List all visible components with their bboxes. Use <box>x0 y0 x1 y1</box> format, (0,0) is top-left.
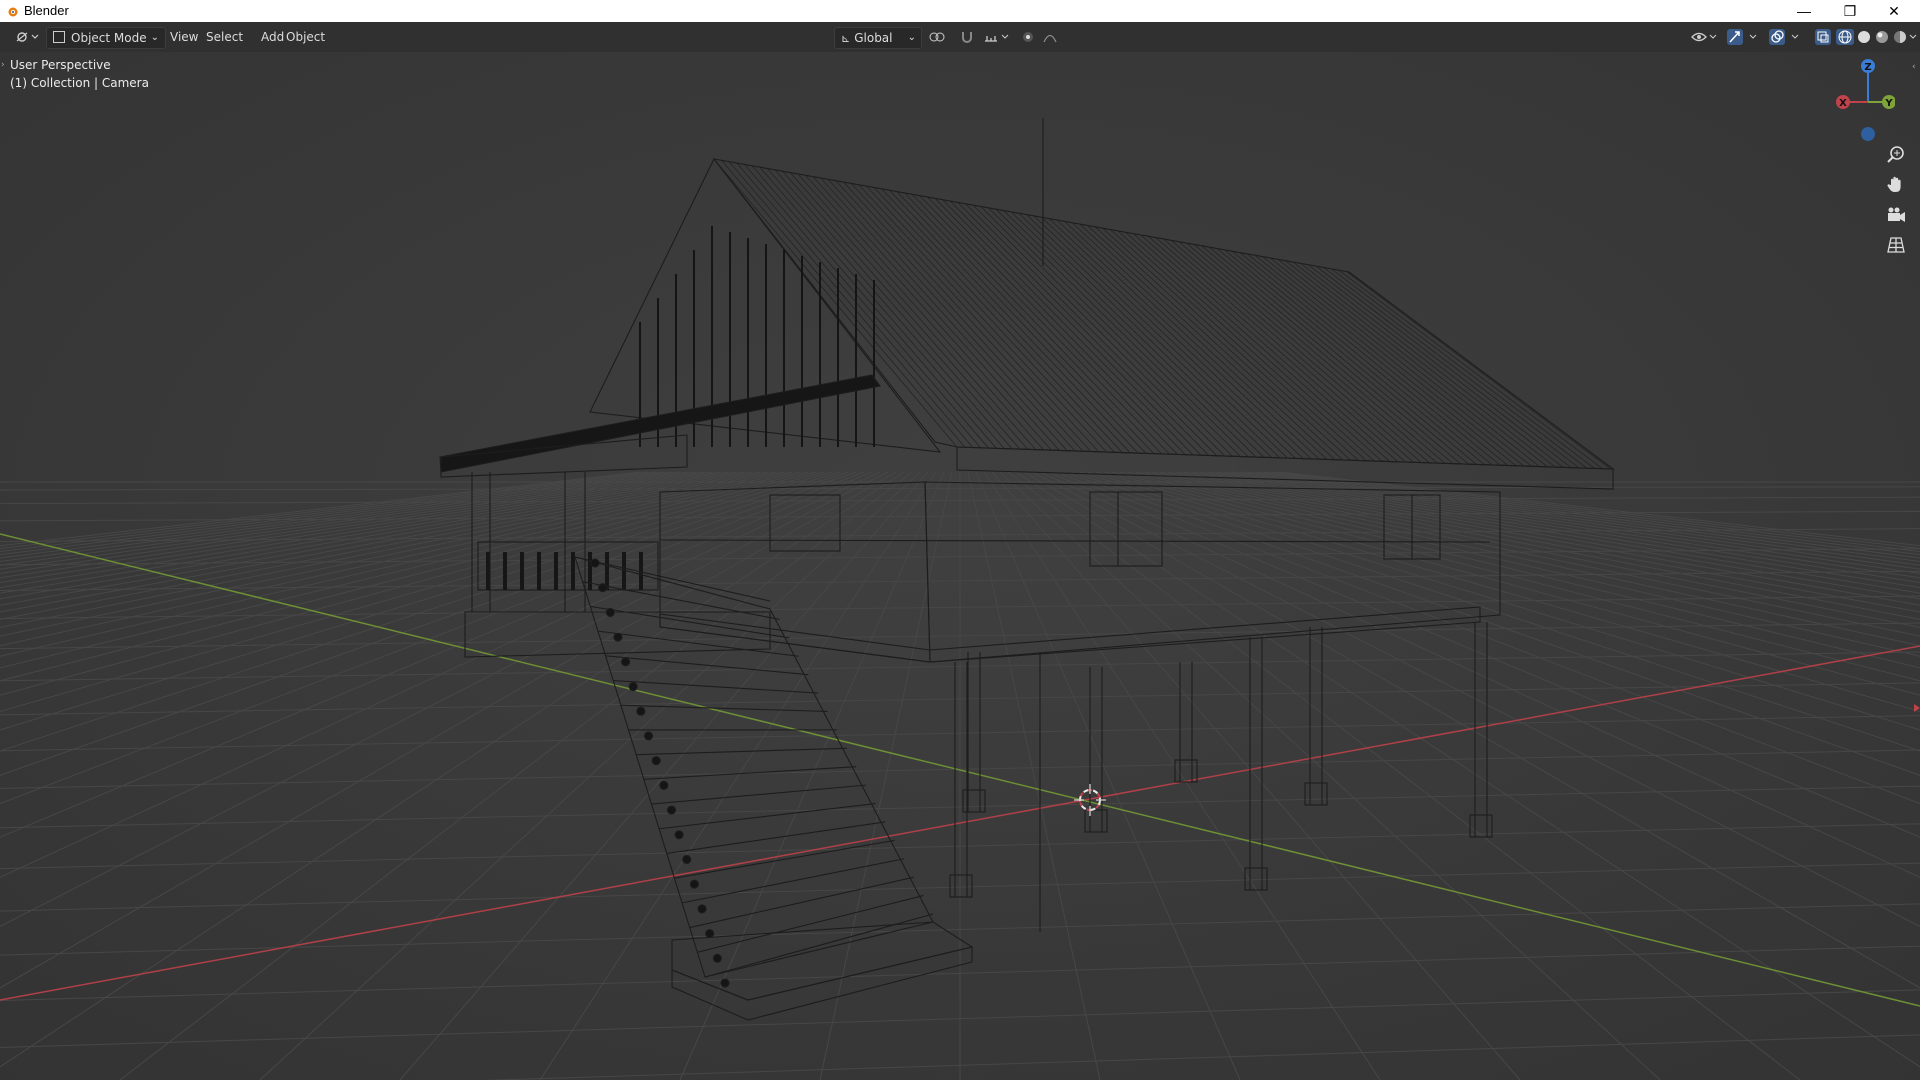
grid-perspective-icon <box>1887 237 1905 253</box>
window-title: Blender <box>24 3 69 18</box>
stair-rail-post <box>628 681 638 692</box>
mode-label: Object Mode <box>71 31 147 45</box>
stair-rail-post <box>689 879 699 889</box>
orientation-axes-icon: ⊾ <box>841 32 851 45</box>
gizmo-y-label: Y <box>1884 98 1893 109</box>
stair-rail-post <box>651 756 661 766</box>
menu-select[interactable]: Select <box>200 27 249 47</box>
snap-increment-icon <box>985 34 1009 42</box>
scene-canvas[interactable] <box>0 52 1920 1080</box>
stair-rail-post <box>613 632 623 642</box>
stair-rail-post <box>674 830 684 840</box>
sidebar-expand-icon[interactable]: ‹ <box>1912 62 1916 72</box>
zoom-icon <box>1887 146 1904 163</box>
maximize-button[interactable]: ❐ <box>1828 0 1872 22</box>
close-button[interactable]: ✕ <box>1872 0 1916 22</box>
eye-icon <box>1691 32 1717 42</box>
overlays-toggle[interactable] <box>1762 27 1810 47</box>
stair-rail-post <box>621 657 631 667</box>
viewport-header: Object Mode ⌄ View Select Add Object ⊾ Gl… <box>0 22 1920 52</box>
falloff-curve-icon <box>1043 34 1057 43</box>
gizmo-toggle[interactable] <box>1720 27 1768 47</box>
stair-rail-post <box>590 558 600 568</box>
menu-view[interactable]: View <box>164 27 204 47</box>
window-title-bar: Blender — ❐ ✕ <box>0 0 1920 22</box>
pivot-icon <box>929 32 945 42</box>
chevron-down-icon: ⌄ <box>150 32 159 43</box>
minimize-button[interactable]: — <box>1782 0 1826 22</box>
magnet-icon <box>962 32 972 43</box>
collection-info-label: (1) Collection | Camera <box>10 76 149 90</box>
hand-icon <box>1887 176 1901 192</box>
stair-rail-post <box>720 978 730 988</box>
zoom-button[interactable] <box>1883 142 1909 168</box>
orientation-label: Global <box>854 31 893 45</box>
stair-rail-post <box>697 904 707 914</box>
stair-rail-post <box>682 854 692 865</box>
proportional-edit-icon <box>1023 32 1033 42</box>
perspective-toggle-button[interactable] <box>1883 232 1909 258</box>
stair-rail-post <box>666 805 677 815</box>
falloff-dropdown[interactable] <box>1036 27 1072 47</box>
stair-rail-post <box>636 706 646 716</box>
gizmo-negative-z-axis[interactable] <box>1861 127 1875 141</box>
stair-rail-post <box>605 607 615 617</box>
gizmo-icon <box>1727 29 1757 45</box>
stair-rail-post <box>643 731 654 741</box>
editor-type-icon <box>16 32 39 42</box>
stair-rail-post <box>712 953 722 963</box>
mode-dropdown[interactable]: Object Mode ⌄ <box>46 27 166 49</box>
shading-options-dropdown[interactable] <box>1902 27 1920 47</box>
camera-view-button[interactable] <box>1883 202 1909 228</box>
snap-target-dropdown[interactable] <box>976 27 1018 47</box>
object-mode-icon <box>53 31 65 43</box>
chevron-down-icon: ⌄ <box>907 32 916 43</box>
blender-logo-icon <box>8 7 18 17</box>
menu-object[interactable]: Object <box>280 27 331 47</box>
overlays-icon <box>1769 29 1799 45</box>
pivot-point-dropdown[interactable] <box>920 27 958 47</box>
stair-rail-post <box>705 929 715 939</box>
stair-rail-post <box>659 780 669 790</box>
pan-button[interactable] <box>1883 172 1909 198</box>
gizmo-x-label: X <box>1839 98 1847 109</box>
navigation-gizmo[interactable]: Z Y X <box>1825 54 1895 144</box>
view-name-label: User Perspective <box>10 58 111 72</box>
toolbar-expand-icon[interactable]: › <box>1 60 5 70</box>
transform-orientation-dropdown[interactable]: ⊾ Global ⌄ <box>834 27 922 49</box>
stair-rail-post <box>598 583 608 593</box>
gizmo-z-label: Z <box>1864 62 1871 73</box>
editor-type-dropdown[interactable] <box>8 27 46 47</box>
3d-viewport[interactable]: User Perspective (1) Collection | Camera… <box>0 52 1920 1080</box>
camera-icon <box>1888 207 1905 222</box>
chevron-down-icon <box>1909 34 1917 39</box>
